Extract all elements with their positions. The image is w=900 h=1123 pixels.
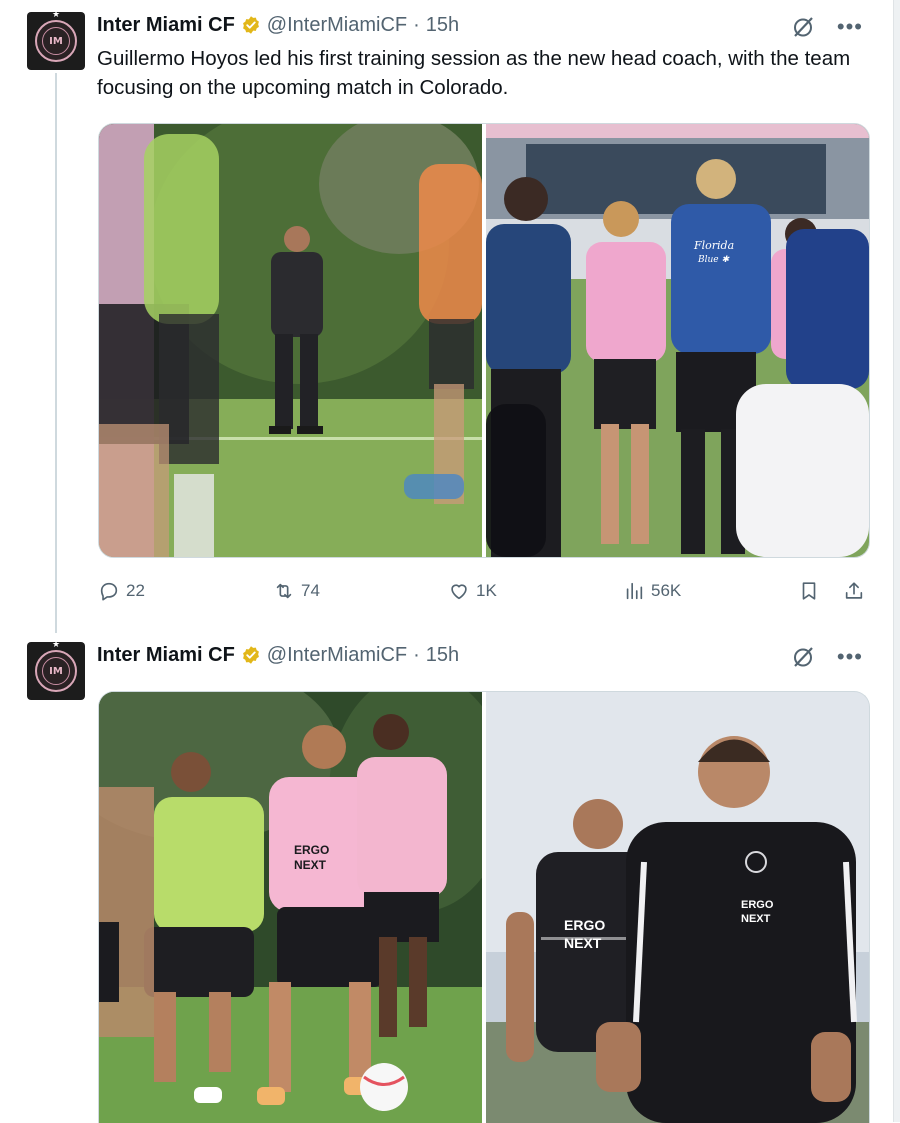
share-icon: [845, 582, 863, 599]
tweet-header: Inter Miami CF @InterMiamiCF · 15h: [97, 640, 459, 670]
author-handle[interactable]: @InterMiamiCF: [267, 14, 407, 37]
club-crest-icon: IM: [35, 639, 77, 692]
tweet[interactable]: IM Inter Miami CF @InterMiamiCF · 15h ••…: [0, 0, 893, 633]
grok-icon[interactable]: [791, 645, 815, 669]
like-count: 1K: [476, 581, 497, 600]
avatar[interactable]: IM: [27, 639, 85, 700]
view-count: 56K: [651, 581, 682, 600]
more-icon[interactable]: •••: [837, 14, 863, 40]
kit-sponsor-text: NEXT: [741, 913, 771, 925]
tweet-header: Inter Miami CF @InterMiamiCF · 15h: [97, 10, 459, 40]
kit-sponsor-text: NEXT: [294, 858, 327, 872]
verified-badge-icon: [242, 16, 259, 34]
photo-coach-walking[interactable]: ERGO NEXT ERGO NEXT: [486, 692, 869, 1123]
dot-separator: ·: [413, 13, 420, 36]
photo-huddle-image: Florida Blue ✱: [486, 124, 869, 557]
repost-icon: [276, 583, 292, 599]
grok-icon[interactable]: [791, 15, 815, 39]
author-name[interactable]: Inter Miami CF: [97, 644, 235, 667]
window-edge: [893, 0, 900, 1122]
kit-sponsor-text: ERGO: [741, 899, 774, 911]
dot-separator: ·: [413, 643, 420, 666]
kit-sponsor-text: Blue ✱: [697, 255, 730, 265]
kit-sponsor-text: NEXT: [564, 935, 602, 951]
bookmark-button[interactable]: [798, 580, 820, 602]
tweet-media[interactable]: ERGO NEXT ERGO NEXT ERGO NEXT: [98, 691, 870, 1123]
kit-sponsor-text: ERGO: [564, 917, 605, 933]
photo-coach-on-field[interactable]: [99, 124, 482, 557]
club-crest-icon: IM: [35, 9, 77, 62]
tweet[interactable]: IM Inter Miami CF @InterMiamiCF · 15h ••…: [0, 630, 893, 1123]
author-handle[interactable]: @InterMiamiCF: [267, 644, 407, 667]
bookmark-icon: [802, 582, 816, 600]
share-button[interactable]: [843, 580, 865, 602]
reply-button[interactable]: 22: [98, 580, 145, 602]
tweet-action-bar: 22 74 1K 56K: [98, 574, 870, 608]
author-name[interactable]: Inter Miami CF: [97, 14, 235, 37]
tweet-media[interactable]: Florida Blue ✱: [98, 123, 870, 558]
more-icon[interactable]: •••: [837, 644, 863, 670]
kit-sponsor-text: Florida: [693, 239, 734, 252]
views-icon: [626, 582, 643, 600]
thread-connector-line: [55, 73, 57, 633]
photo-training-image: ERGO NEXT: [99, 692, 482, 1123]
reply-count: 22: [126, 581, 145, 600]
photo-players-with-ball[interactable]: ERGO NEXT: [99, 692, 482, 1123]
like-button[interactable]: 1K: [448, 580, 497, 602]
avatar[interactable]: IM: [27, 9, 85, 70]
photo-players-huddle[interactable]: Florida Blue ✱: [486, 124, 869, 557]
repost-count: 74: [301, 581, 320, 600]
timestamp[interactable]: 15h: [426, 644, 459, 667]
timestamp[interactable]: 15h: [426, 14, 459, 37]
reply-icon: [100, 582, 118, 601]
views-button[interactable]: 56K: [623, 580, 681, 602]
kit-sponsor-text: ERGO: [294, 843, 329, 857]
tweet-top-actions: •••: [791, 644, 863, 670]
like-icon: [451, 584, 467, 600]
repost-button[interactable]: 74: [273, 580, 320, 602]
photo-coach-walking-image: ERGO NEXT ERGO NEXT: [486, 692, 869, 1123]
tweet-top-actions: •••: [791, 14, 863, 40]
verified-badge-icon: [242, 646, 259, 664]
tweet-text: Guillermo Hoyos led his first training s…: [97, 47, 851, 99]
photo-coach-image: [99, 124, 482, 557]
